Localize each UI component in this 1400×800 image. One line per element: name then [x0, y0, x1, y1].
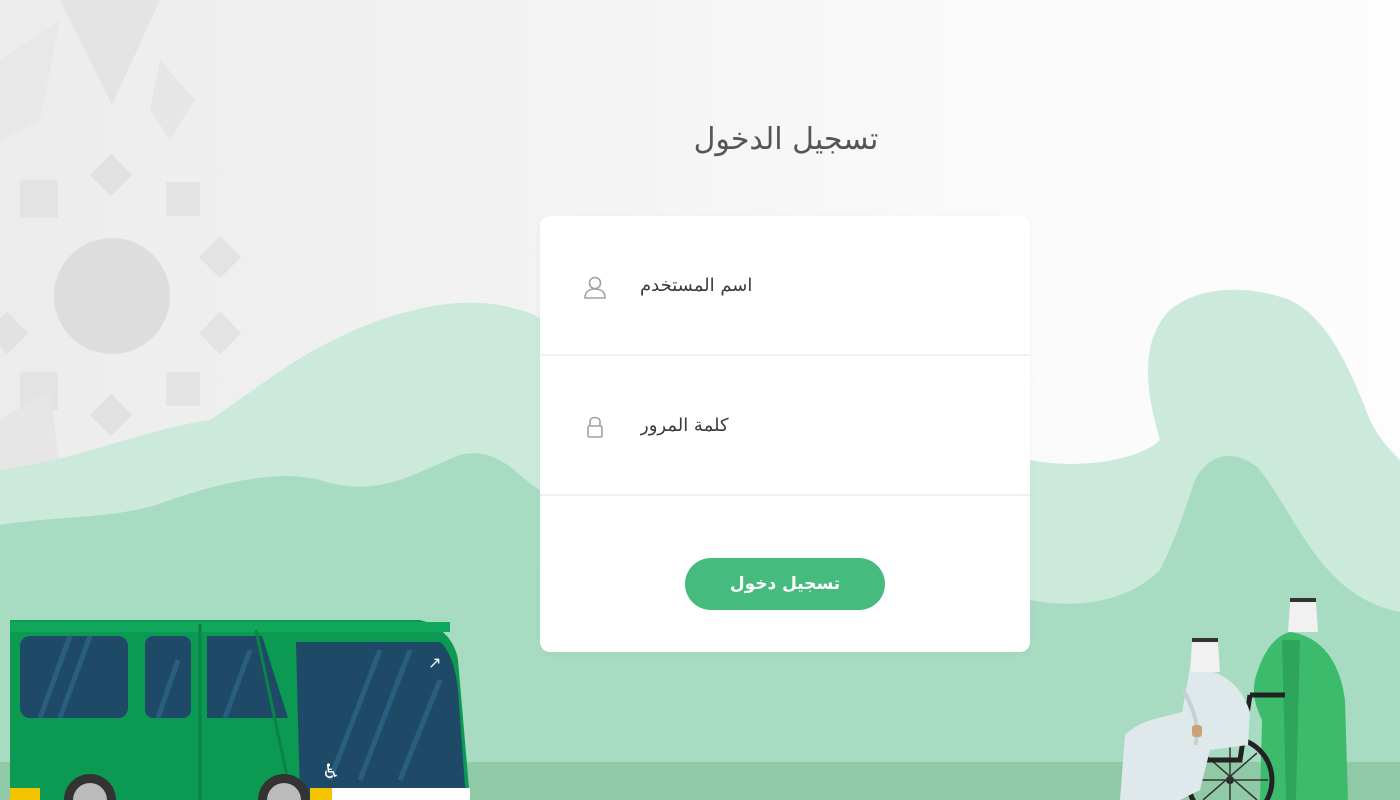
login-button[interactable]: تسجيل دخول [685, 558, 885, 610]
username-field [540, 216, 1030, 356]
username-input[interactable] [540, 216, 1030, 354]
password-field [540, 356, 1030, 496]
login-page: ♿ ↗ تسجيل الدخول اسم المستخدم تسجيل دخول [0, 0, 1400, 800]
page-title: تسجيل الدخول [693, 122, 879, 157]
svg-text:↗: ↗ [428, 653, 441, 672]
login-card: تسجيل دخول [540, 216, 1030, 652]
password-input[interactable] [540, 356, 1030, 494]
svg-text:♿: ♿ [322, 759, 340, 783]
bus-illustration: ♿ ↗ [10, 620, 470, 800]
